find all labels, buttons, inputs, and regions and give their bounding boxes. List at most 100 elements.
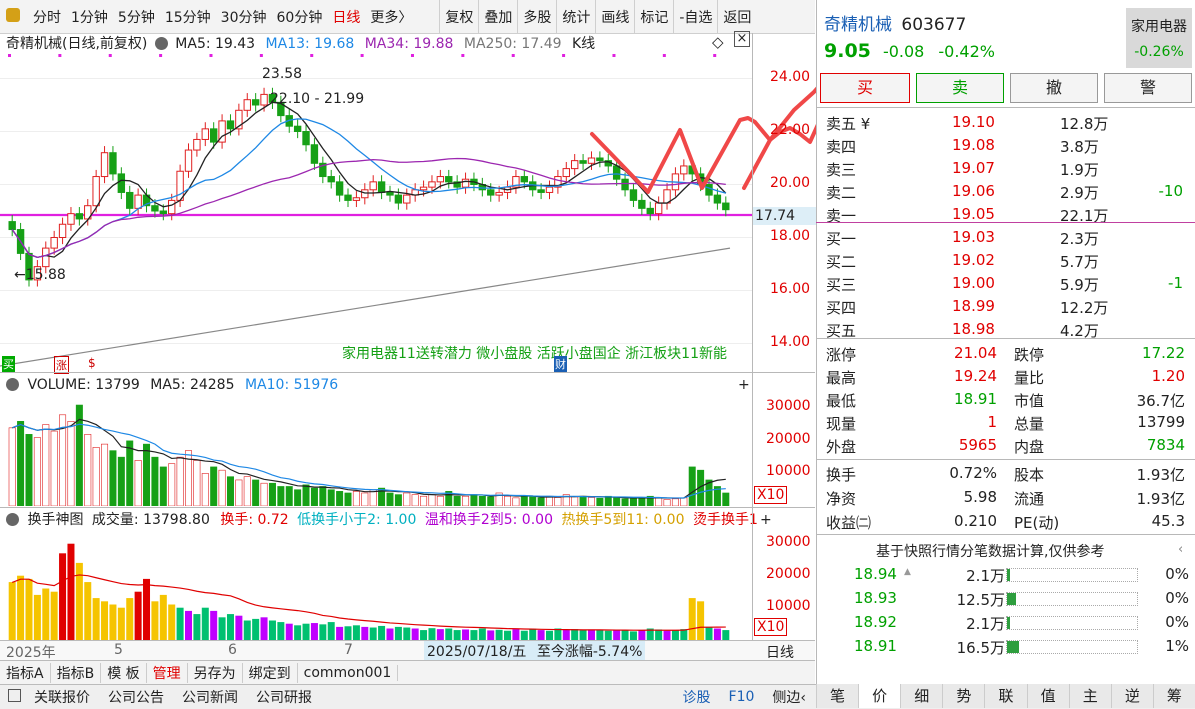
volume-bar	[8, 427, 16, 506]
collapse-icon[interactable]	[6, 378, 19, 391]
candle-body	[310, 144, 319, 164]
volume-bar	[663, 630, 671, 640]
sell-button[interactable]: 卖	[916, 73, 1004, 103]
side-tab-2[interactable]: 细	[900, 684, 942, 708]
ask-row[interactable]: 卖五 ¥ 19.10 12.8万	[816, 111, 1195, 133]
side-tab-3[interactable]: 势	[942, 684, 984, 708]
volume-bar	[59, 553, 67, 640]
signal-dot	[58, 54, 62, 57]
volume-bar	[495, 629, 503, 640]
signal-dot	[8, 54, 11, 57]
tab-save-as[interactable]: 另存为	[188, 663, 243, 683]
volume-bar	[428, 494, 436, 506]
tab-daily[interactable]: 日线	[327, 7, 365, 27]
side-tab-6[interactable]: 主	[1068, 684, 1111, 708]
side-tab-4[interactable]: 联	[984, 684, 1026, 708]
mark-button[interactable]: 标记	[635, 7, 673, 27]
turnover-plus-icon[interactable]: +	[760, 510, 772, 530]
candle-body	[100, 152, 109, 178]
collapse-icon[interactable]	[154, 37, 168, 50]
side-tab-1[interactable]: 价	[858, 684, 901, 708]
finance-marker[interactable]: 财	[554, 356, 567, 372]
tab-5min[interactable]: 5分钟	[113, 7, 160, 27]
dist-price: 18.91	[854, 637, 897, 655]
side-tab-8[interactable]: 筹	[1152, 684, 1195, 708]
level-label: 卖五 ¥	[826, 115, 871, 133]
buy-marker[interactable]: 买	[2, 356, 15, 372]
expand-icon[interactable]	[0, 688, 25, 706]
candle-body	[445, 176, 453, 183]
volume-bar	[126, 440, 134, 506]
dist-row: 18.92 2.1万 0%	[816, 611, 1195, 633]
side-tab-0[interactable]: 笔	[816, 684, 858, 708]
multi-stock-button[interactable]: 多股	[518, 7, 556, 27]
tab-indicator-b[interactable]: 指标B	[51, 663, 102, 683]
bid-row[interactable]: 买一 19.03 2.3万	[816, 226, 1195, 248]
candle-body	[570, 160, 579, 170]
tab-1min[interactable]: 1分钟	[66, 7, 113, 27]
side-tab-7[interactable]: 逆	[1110, 684, 1153, 708]
bid-row[interactable]: 买二 19.02 5.7万	[816, 249, 1195, 271]
tab-more[interactable]: 更多〉	[365, 7, 417, 27]
tab-template[interactable]: 模 板	[101, 663, 147, 683]
high-annotation: 23.58	[262, 66, 303, 82]
volume-bar	[168, 463, 176, 506]
volume-chart[interactable]	[0, 392, 752, 506]
side-tab-5[interactable]: 值	[1026, 684, 1069, 708]
tab-60min[interactable]: 60分钟	[272, 7, 328, 27]
draw-button[interactable]: 画线	[596, 7, 634, 27]
cancel-order-button[interactable]: 撤	[1010, 73, 1098, 103]
ask-row[interactable]: 卖三 19.07 1.9万	[816, 157, 1195, 179]
fuquan-button[interactable]: 复权	[440, 7, 478, 27]
tab-manage[interactable]: 管理	[147, 663, 188, 683]
dist-collapse-icon[interactable]: ‹	[1178, 542, 1183, 557]
ask-row[interactable]: 卖四 19.08 3.8万	[816, 134, 1195, 156]
stat-value: 0.210	[954, 512, 997, 530]
footer-announcements[interactable]: 公司公告	[99, 687, 173, 707]
stock-name[interactable]: 奇精机械	[824, 15, 892, 35]
dividend-marker[interactable]: $	[88, 356, 96, 370]
volume-bar	[562, 629, 570, 640]
footer-news[interactable]: 公司新闻	[173, 687, 247, 707]
tab-30min[interactable]: 30分钟	[216, 7, 272, 27]
tab-indicator-a[interactable]: 指标A	[0, 663, 51, 683]
buy-button[interactable]: 买	[820, 73, 910, 103]
volume-bar	[713, 628, 721, 640]
footer-research[interactable]: 公司研报	[247, 687, 321, 707]
stat-row: 净资 5.98 流通 1.93亿	[816, 486, 1195, 508]
tab-fenshi[interactable]: 分时	[28, 7, 66, 27]
stats-button[interactable]: 统计	[557, 7, 595, 27]
volume-bar	[504, 630, 512, 640]
bid-row[interactable]: 买四 18.99 12.2万	[816, 295, 1195, 317]
volume-bar	[537, 630, 545, 640]
stat-row: 换手 0.72% 股本 1.93亿	[816, 462, 1195, 484]
overlay-button[interactable]: 叠加	[479, 7, 517, 27]
volume-bar	[445, 628, 453, 640]
f10-link[interactable]: F10	[720, 689, 764, 705]
turnover-chart[interactable]	[0, 528, 752, 640]
alert-button[interactable]: 警	[1104, 73, 1192, 103]
tab-bind[interactable]: 绑定到	[243, 663, 298, 683]
kline-title: 奇精机械(日线,前复权)	[6, 36, 148, 52]
collapse-icon[interactable]	[6, 513, 19, 526]
sector-badge[interactable]: 家用电器 -0.26%	[1126, 8, 1192, 68]
ask-row[interactable]: 卖二 19.06 2.9万 -10	[816, 180, 1195, 202]
volume-bar	[386, 628, 394, 640]
sidebar-toggle[interactable]: 侧边‹	[763, 687, 815, 707]
tab-common001[interactable]: common001	[298, 665, 399, 681]
level-price: 19.07	[952, 159, 995, 177]
footer-related-quotes[interactable]: 关联报价	[25, 687, 99, 707]
tab-15min[interactable]: 15分钟	[160, 7, 216, 27]
bid-row[interactable]: 买五 18.98 4.2万	[816, 318, 1195, 340]
volume-bar	[638, 630, 646, 640]
volume-bar	[453, 630, 461, 640]
diagnose-link[interactable]: 诊股	[674, 687, 720, 707]
volume-bar	[571, 629, 579, 640]
volume-bar	[520, 630, 528, 640]
volume-bar	[210, 466, 218, 506]
level-volume: 12.2万	[1060, 299, 1109, 317]
date-may: 5	[114, 642, 123, 658]
bid-row[interactable]: 买三 19.00 5.9万 -1	[816, 272, 1195, 294]
dist-pct: 0%	[1165, 565, 1189, 583]
remove-watchlist-button[interactable]: -自选	[674, 7, 717, 27]
